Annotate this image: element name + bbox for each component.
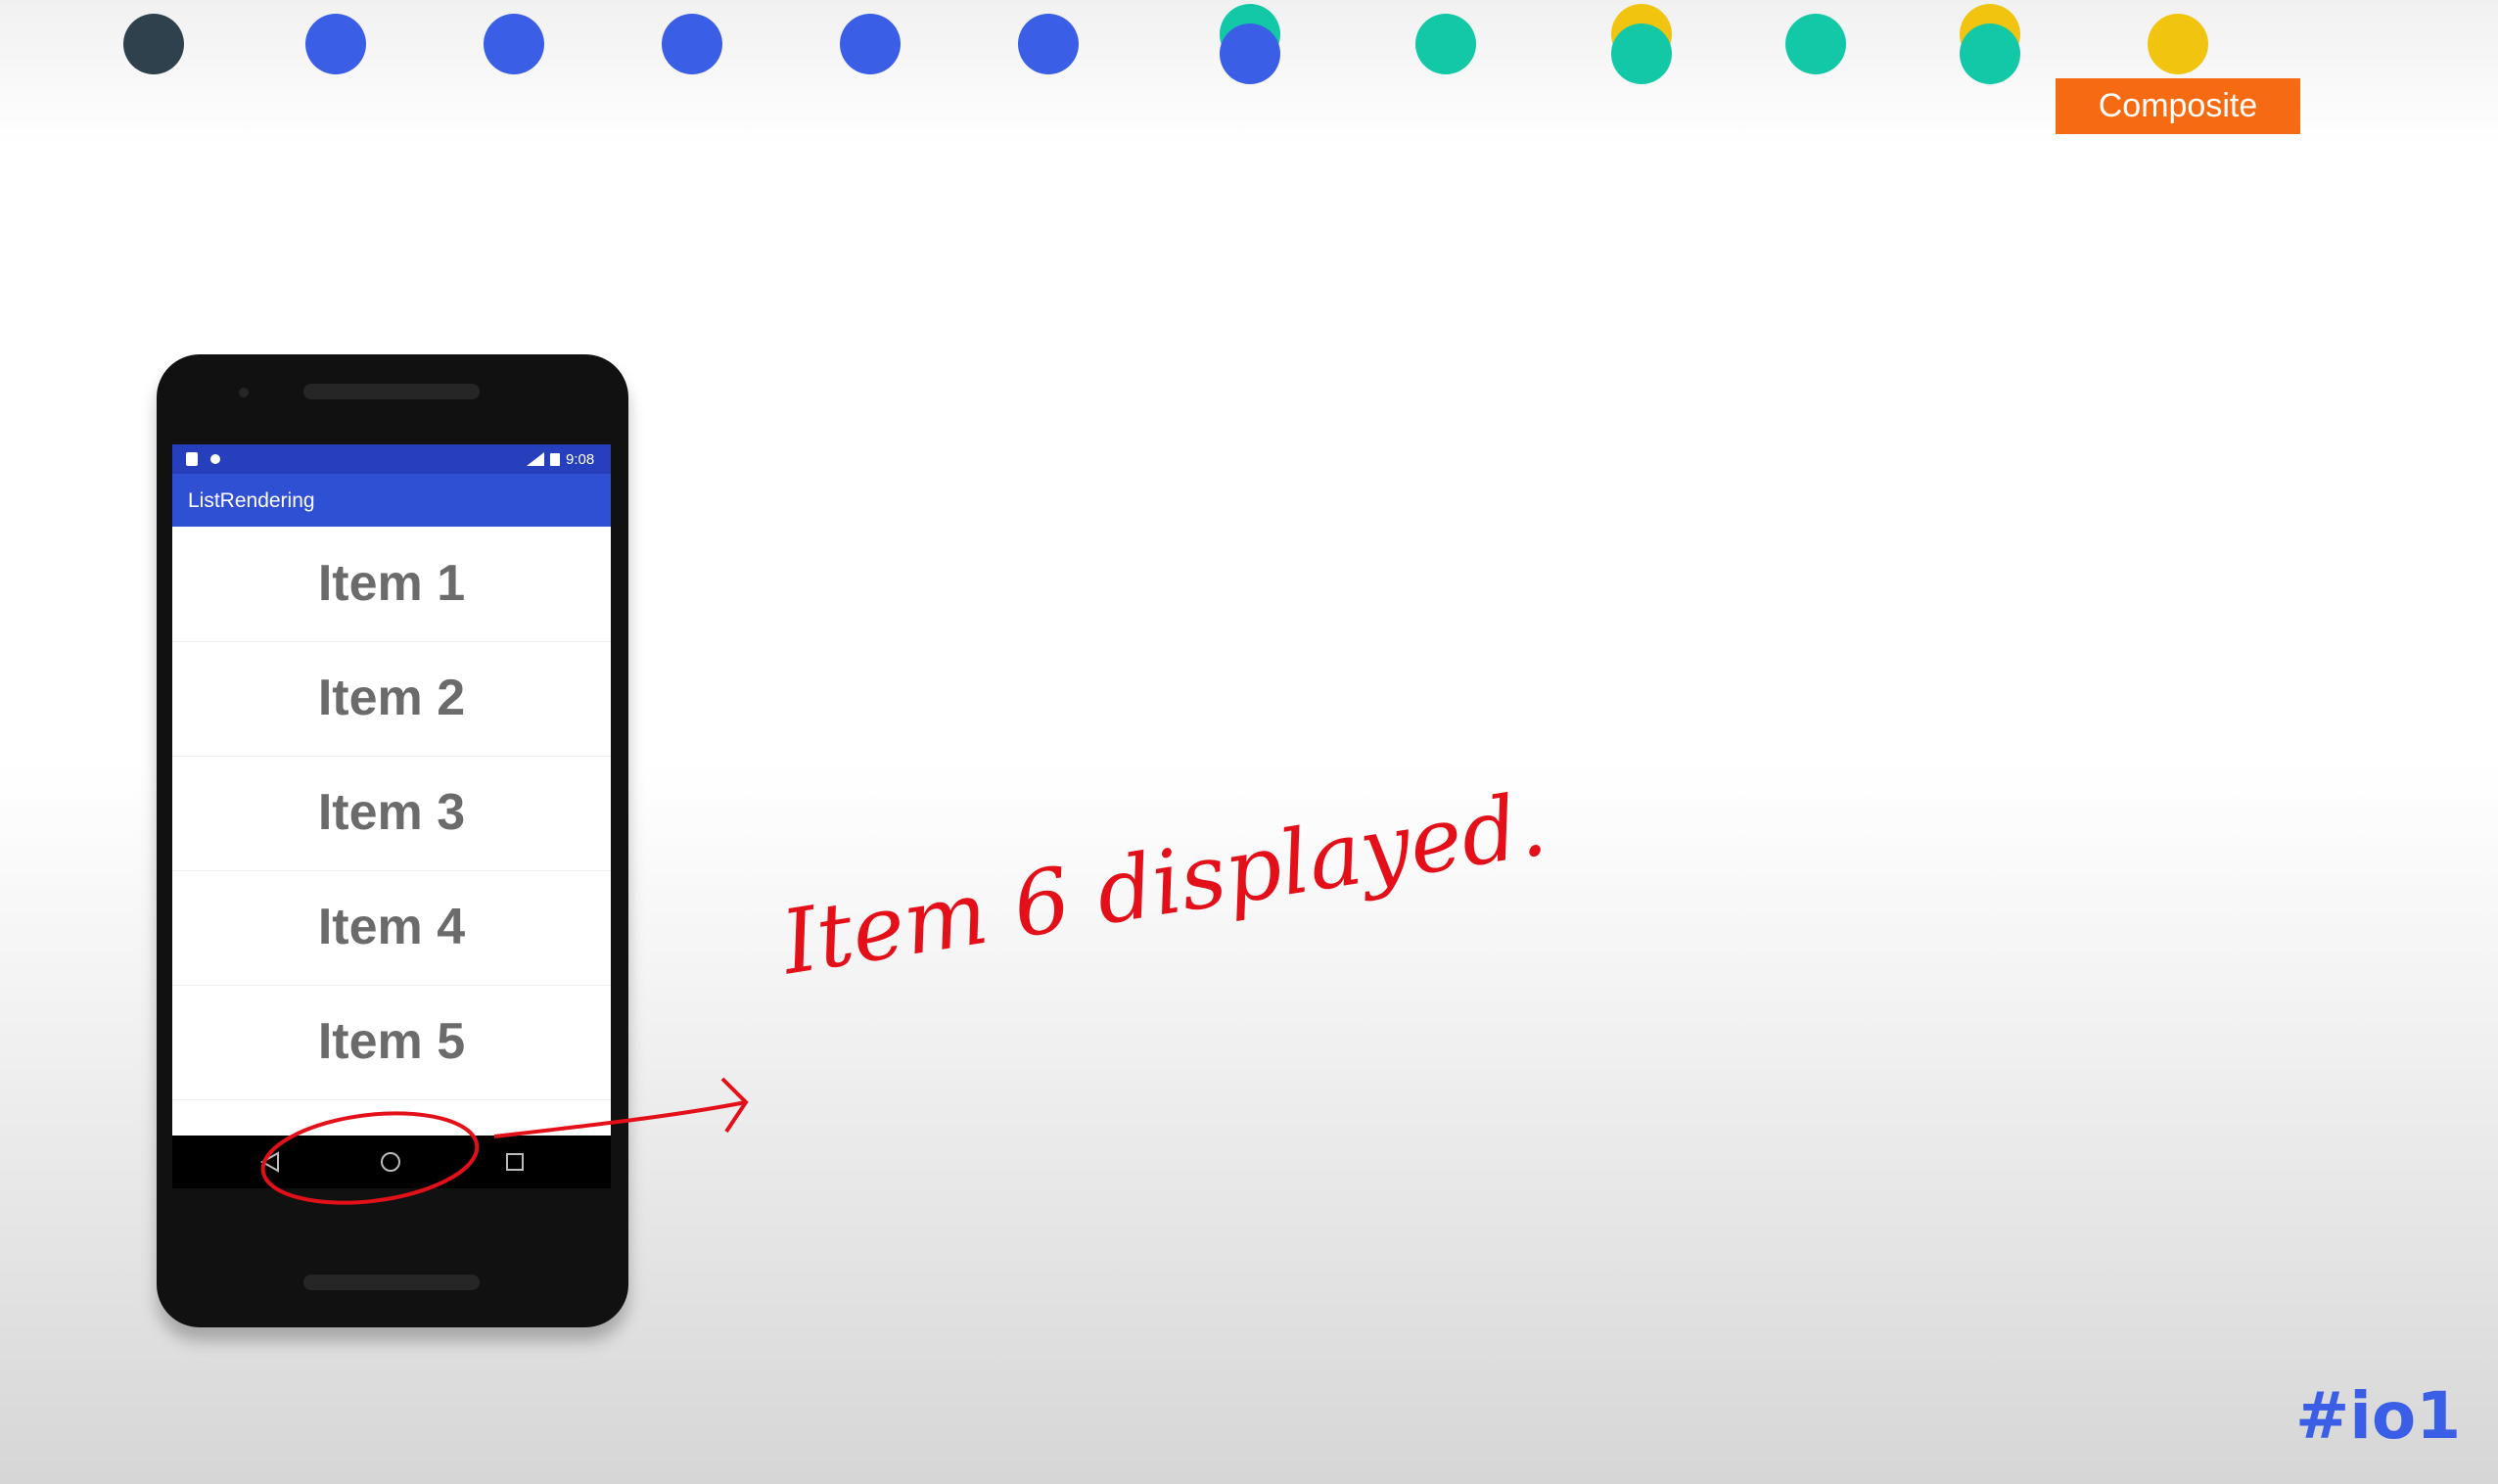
- notification-icon: [210, 454, 220, 464]
- timeline-dot-teal-front: [1611, 23, 1672, 84]
- list-item[interactable]: Item 5: [172, 985, 611, 1100]
- phone-screen: 9:08 ListRendering Item 1 Item 2 Item 3 …: [172, 444, 611, 1218]
- annotation-arrowhead: [720, 1077, 749, 1134]
- timeline-dot-blue: [840, 14, 901, 74]
- timeline-dot-blue: [305, 14, 366, 74]
- io-logo-text: #io1: [2295, 1378, 2462, 1454]
- timeline-dot-blue-front: [1220, 23, 1280, 84]
- timeline-dot-yellow: [2148, 14, 2208, 74]
- home-icon[interactable]: [380, 1151, 401, 1173]
- battery-icon: [550, 453, 560, 466]
- timeline-dot-teal: [1415, 14, 1476, 74]
- camera: [239, 388, 249, 397]
- list-item[interactable]: Item 2: [172, 641, 611, 757]
- chin: [172, 1188, 611, 1218]
- io-logo: #io1: [2295, 1378, 2461, 1454]
- nav-bar: [172, 1136, 611, 1188]
- earpiece: [303, 384, 480, 399]
- annotation-text: Item 6 displayed.: [774, 772, 1553, 996]
- app-bar: ListRendering: [172, 474, 611, 527]
- recents-icon[interactable]: [505, 1152, 525, 1172]
- notification-icon: [186, 452, 198, 466]
- list-item[interactable]: Item 1: [172, 527, 611, 642]
- status-bar: 9:08: [172, 444, 611, 474]
- timeline-dot-blue: [1018, 14, 1079, 74]
- timeline-dot-blue: [484, 14, 544, 74]
- timeline-dot-teal-front: [1960, 23, 2020, 84]
- timeline-dot-dark: [123, 14, 184, 74]
- stage-badge: Composite: [2056, 78, 2300, 134]
- timeline-dot-blue: [662, 14, 722, 74]
- app-title: ListRendering: [188, 489, 315, 512]
- back-icon[interactable]: [260, 1151, 280, 1173]
- status-time: 9:08: [566, 451, 595, 468]
- phone-mockup: 9:08 ListRendering Item 1 Item 2 Item 3 …: [157, 354, 628, 1327]
- bottom-speaker: [303, 1275, 480, 1290]
- timeline-dot-teal: [1785, 14, 1846, 74]
- list-item[interactable]: Item 3: [172, 756, 611, 871]
- timeline-bar: Composite: [0, 0, 2498, 147]
- signal-icon: [527, 452, 544, 466]
- list-item[interactable]: Item 4: [172, 870, 611, 986]
